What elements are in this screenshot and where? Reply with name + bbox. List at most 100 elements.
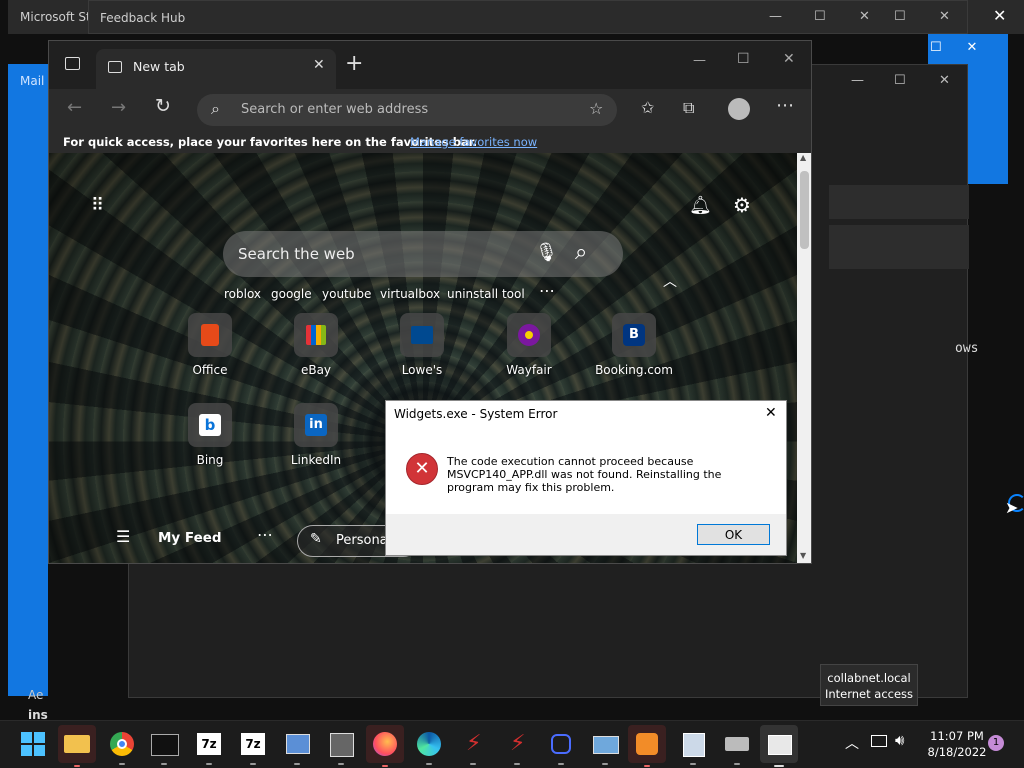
7zip-icon[interactable]: 7z — [194, 729, 224, 765]
suggestion-item[interactable]: virtualbox — [380, 287, 440, 301]
web-search-input[interactable]: Search the web — [238, 245, 355, 263]
volume-icon[interactable]: 🔊︎ — [895, 731, 904, 749]
file-explorer-icon[interactable] — [58, 725, 96, 767]
settings-more-icon[interactable]: ⋯ — [776, 95, 794, 116]
feed-menu-icon[interactable]: ☰ — [116, 527, 130, 546]
widgets-icon[interactable] — [760, 725, 798, 767]
feed-more-icon[interactable]: ⋯ — [257, 525, 273, 544]
suggestions-more-icon[interactable]: ⋯ — [539, 281, 555, 300]
network-icon[interactable] — [871, 735, 887, 747]
collapse-chevron-icon[interactable]: ︿ — [663, 271, 677, 291]
tooltip-line-2: Internet access — [824, 687, 914, 701]
feedback2-maximize-icon[interactable]: ☐ — [894, 9, 906, 24]
web-search-box[interactable]: Search the web 🎙︎ ⌕ — [223, 231, 623, 277]
media-player-icon[interactable] — [628, 725, 666, 767]
filezilla-icon[interactable]: ⚡ — [502, 729, 532, 765]
new-tab-page-icon — [108, 61, 122, 73]
scroll-down-icon[interactable]: ▼ — [800, 551, 806, 560]
mail-window-label: Mail — [20, 74, 45, 88]
dark-window-text-fragment: ows — [955, 341, 979, 356]
profile-avatar[interactable] — [728, 98, 750, 120]
microphone-icon[interactable]: 🎙︎ — [535, 242, 558, 263]
feedback-minimize-icon[interactable]: — — [769, 9, 782, 24]
close-window-icon[interactable]: ✕ — [783, 51, 795, 67]
my-feed-label[interactable]: My Feed — [158, 530, 222, 546]
clock[interactable]: 11:07 PM 8/18/2022 — [922, 728, 992, 760]
quick-link-label: Lowe's — [401, 363, 443, 377]
network-tool-icon[interactable] — [282, 729, 312, 765]
scroll-up-icon[interactable]: ▲ — [800, 153, 806, 162]
quick-link-booking[interactable]: B Booking.com — [594, 313, 674, 377]
image-icon[interactable] — [678, 729, 708, 765]
suggestion-item[interactable]: roblox — [224, 287, 261, 301]
dark-window-minimize-icon[interactable]: — — [851, 73, 864, 88]
printer-icon[interactable] — [722, 729, 752, 765]
clock-time: 11:07 PM — [930, 729, 984, 743]
tool-icon[interactable] — [326, 729, 356, 765]
start-icon[interactable] — [18, 729, 48, 759]
chrome-icon[interactable] — [107, 729, 137, 765]
suggestion-item[interactable]: uninstall tool — [447, 287, 525, 301]
terminal-icon[interactable] — [149, 729, 179, 765]
page-scrollbar[interactable]: ▲ ▼ — [797, 153, 811, 563]
address-input[interactable]: Search or enter web address — [241, 102, 428, 117]
dark-window-maximize-icon[interactable]: ☐ — [894, 73, 906, 88]
firefox-icon[interactable] — [366, 725, 404, 767]
ok-button[interactable]: OK — [697, 524, 770, 545]
refresh-icon[interactable]: ↻ — [155, 95, 171, 117]
office-icon — [188, 313, 232, 357]
feedback2-close-icon[interactable]: ✕ — [939, 9, 950, 24]
add-favorite-icon[interactable]: ☆ — [589, 99, 603, 118]
suggestion-item[interactable]: youtube — [322, 287, 371, 301]
tab-close-icon[interactable]: ✕ — [313, 57, 325, 73]
quick-link-ebay[interactable]: eBay — [276, 313, 356, 377]
quick-link-office[interactable]: Office — [170, 313, 250, 377]
feedback-maximize-icon[interactable]: ☐ — [814, 9, 826, 24]
new-tab-button[interactable]: + — [345, 51, 363, 76]
mail-icon[interactable] — [590, 729, 620, 765]
feedback-close-icon[interactable]: ✕ — [859, 9, 870, 24]
collections-icon[interactable]: ⧉ — [683, 98, 694, 118]
dialog-close-icon[interactable]: ✕ — [765, 405, 777, 421]
quick-link-bing[interactable]: b Bing — [170, 403, 250, 467]
wayfair-icon — [507, 313, 551, 357]
notification-badge[interactable]: 1 — [988, 735, 1004, 751]
tab-actions-icon[interactable] — [65, 57, 80, 70]
dialog-title: Widgets.exe - System Error — [394, 407, 558, 421]
7zip-icon[interactable]: 7z — [238, 729, 268, 765]
notifications-bell-icon[interactable]: 🔔︎ — [689, 195, 712, 216]
maximize-icon[interactable]: ☐ — [737, 51, 750, 67]
suggestion-item[interactable]: google — [271, 287, 312, 301]
quick-link-wayfair[interactable]: Wayfair — [489, 313, 569, 377]
ebay-icon — [294, 313, 338, 357]
quick-link-linkedin[interactable]: in LinkedIn — [276, 403, 356, 467]
quick-link-lowes[interactable]: Lowe's — [382, 313, 462, 377]
minimize-icon[interactable]: — — [693, 53, 706, 68]
web-search-icon[interactable]: ⌕ — [575, 240, 587, 265]
manage-favorites-link[interactable]: Manage favorites now — [410, 135, 537, 149]
filezilla-icon[interactable]: ⚡ — [458, 729, 488, 765]
apps-grid-icon[interactable]: ⠿ — [91, 195, 104, 216]
back-icon[interactable]: ← — [67, 97, 82, 118]
dark-window-close-icon[interactable]: ✕ — [939, 73, 950, 88]
address-bar[interactable]: ⌕ Search or enter web address ☆ — [197, 94, 617, 126]
quick-link-label: Bing — [196, 453, 224, 467]
show-hidden-icons-chevron-icon[interactable]: ︿ — [845, 733, 859, 753]
scroll-thumb[interactable] — [800, 171, 809, 249]
lowes-icon — [400, 313, 444, 357]
favorites-icon[interactable]: ✩ — [641, 98, 654, 117]
store-close-icon[interactable]: ✕ — [993, 6, 1006, 25]
edge-icon[interactable] — [414, 729, 444, 765]
quick-link-label: LinkedIn — [290, 453, 342, 467]
feedback-hub-window: Feedback Hub — ☐ ✕ ☐ ✕ — [88, 0, 968, 34]
network-tooltip: collabnet.local Internet access — [820, 664, 918, 706]
booking-icon: B — [612, 313, 656, 357]
tab-strip: New tab ✕ + — ☐ ✕ — [49, 41, 811, 89]
left-fragment-a: Ae — [28, 688, 44, 702]
browser-toolbar: ← → ↻ ⌕ Search or enter web address ☆ ✩ … — [49, 89, 811, 131]
tab-new-tab[interactable]: New tab ✕ — [96, 49, 336, 89]
forward-icon[interactable]: → — [111, 97, 126, 118]
quick-link-label: Office — [192, 363, 228, 377]
page-settings-gear-icon[interactable]: ⚙ — [733, 193, 751, 217]
cable-icon[interactable] — [546, 729, 576, 765]
